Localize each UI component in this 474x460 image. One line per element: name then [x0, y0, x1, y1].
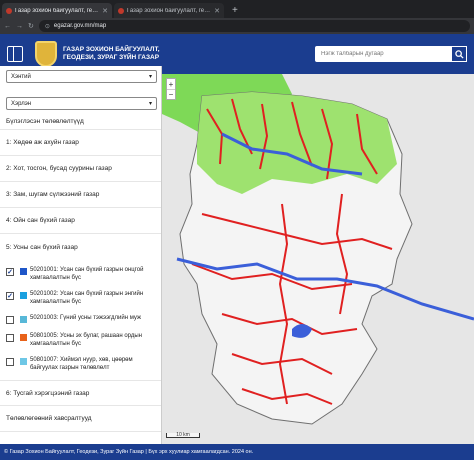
chevron-down-icon: ▾: [148, 101, 152, 107]
forward-icon[interactable]: →: [16, 23, 23, 30]
close-tab-icon[interactable]: ✕: [214, 7, 220, 15]
map-canvas[interactable]: [162, 74, 474, 444]
zoom-in-button[interactable]: +: [167, 79, 175, 89]
new-tab-button[interactable]: +: [226, 5, 244, 18]
layer-item: 50801007: Хиймэл нуур, хөв, цөөрөм байгу…: [6, 356, 155, 372]
layer-item: ✓ 50201001: Усан сан бүхий газрын онцгой…: [6, 266, 155, 282]
site-info-icon[interactable]: ⊙: [45, 23, 50, 30]
url-text: egazar.gov.mn/map: [53, 23, 107, 29]
browser-tab-strip: Газар зохион байгуулалт, геодез ✕ Газар …: [0, 0, 474, 18]
site-favicon-icon: [6, 7, 12, 14]
layer-item: ✓ 50201002: Усан сан бүхий газрын энгийн…: [6, 290, 155, 306]
accordion-settlement-land[interactable]: 2: Хот, тосгон, бусад суурины газар: [0, 156, 161, 182]
accordion-water-land[interactable]: 5: Усны сан бүхий газар: [0, 234, 161, 260]
layer-checkbox[interactable]: ✓: [6, 292, 14, 300]
url-field[interactable]: ⊙ egazar.gov.mn/map: [38, 20, 470, 32]
layer-label: 50801005: Усны эх булаг, рашаан ордын ха…: [30, 333, 142, 347]
back-icon[interactable]: ←: [4, 23, 11, 30]
site-favicon-icon: [118, 7, 124, 14]
layer-checkbox[interactable]: [6, 334, 14, 342]
accordion-agricultural-land[interactable]: 1: Хөдөө аж ахуйн газар: [0, 130, 161, 156]
layer-label: 50801007: Хиймэл нуур, хөв, цөөрөм байгу…: [30, 357, 133, 371]
district-select[interactable]: Хэрлэн ▾: [6, 97, 157, 110]
parcel-search-input[interactable]: [315, 46, 451, 62]
close-tab-icon[interactable]: ✕: [102, 7, 108, 15]
layer-color-swatch: [20, 292, 27, 299]
province-select-value: Хэнтий: [11, 73, 31, 80]
parcel-search: [315, 46, 467, 62]
accordion-road-network-land[interactable]: 3: Зам, шугам сүлжээний газар: [0, 182, 161, 208]
province-select[interactable]: Хэнтий ▾: [6, 70, 157, 83]
water-layer-list: ✓ 50201001: Усан сан бүхий газрын онцгой…: [0, 266, 161, 372]
layer-color-swatch: [20, 358, 27, 365]
layer-sidebar: Хэнтий ▾ Хэрлэн ▾ Бүлэглэсэн төлөвлөлтүү…: [0, 66, 162, 444]
accordion-grouped-plans[interactable]: Бүлэглэсэн төлөвлөлтүүд: [0, 114, 161, 130]
layer-color-swatch: [20, 334, 27, 341]
layer-item: 50201003: Гүний усны тэжээгдлийн муж: [6, 314, 155, 324]
search-icon: [454, 49, 464, 59]
org-name-line1: ГАЗАР ЗОХИОН БАЙГУУЛАЛТ,: [63, 46, 160, 53]
accordion-special-use-land[interactable]: 6: Тусгай хэрэгцээний газар: [0, 380, 161, 406]
accordion-forest-land[interactable]: 4: Ойн сан бүхий газар: [0, 208, 161, 234]
address-bar: ← → ↻ ⊙ egazar.gov.mn/map: [0, 18, 474, 34]
browser-tab[interactable]: Газар зохион байгуулалт, геодез ✕: [114, 3, 224, 18]
layer-checkbox[interactable]: ✓: [6, 268, 14, 276]
org-name-line2: ГЕОДЕЗИ, ЗУРАГ ЗҮЙН ГАЗАР: [63, 54, 160, 61]
layer-checkbox[interactable]: [6, 316, 14, 324]
layer-color-swatch: [20, 268, 27, 275]
layer-item: 50801005: Усны эх булаг, рашаан ордын ха…: [6, 332, 155, 348]
browser-tab-active[interactable]: Газар зохион байгуулалт, геодез ✕: [2, 3, 112, 18]
site-footer: © Газар Зохион Байгуулалт, Геодези, Зура…: [0, 444, 474, 460]
district-select-value: Хэрлэн: [11, 100, 32, 107]
tab-title: Газар зохион байгуулалт, геодез: [127, 7, 212, 14]
accordion-plan-attachments[interactable]: Төлөвлөгөөний хавсралтууд: [0, 406, 161, 432]
organization-name: ГАЗАР ЗОХИОН БАЙГУУЛАЛТ, ГЕОДЕЗИ, ЗУРАГ …: [63, 46, 183, 62]
sidebar-toggle-button[interactable]: [7, 46, 23, 62]
zoom-out-button[interactable]: −: [167, 89, 175, 99]
layer-label: 50201003: Гүний усны тэжээгдлийн муж: [30, 315, 142, 321]
search-button[interactable]: [451, 46, 467, 62]
reload-icon[interactable]: ↻: [28, 22, 34, 30]
map-scale-bar: 10 km: [166, 433, 200, 438]
zoom-control: + −: [166, 78, 176, 100]
emblem-logo: [35, 41, 57, 67]
layer-label: 50201002: Усан сан бүхий газрын энгийн х…: [30, 291, 144, 305]
layer-color-swatch: [20, 316, 27, 323]
layer-label: 50201001: Усан сан бүхий газрын онцгой х…: [30, 267, 144, 281]
map-view[interactable]: + − 10 km: [162, 74, 474, 444]
tab-title: Газар зохион байгуулалт, геодез: [15, 7, 100, 14]
chevron-down-icon: ▾: [148, 74, 152, 80]
layer-checkbox[interactable]: [6, 358, 14, 366]
